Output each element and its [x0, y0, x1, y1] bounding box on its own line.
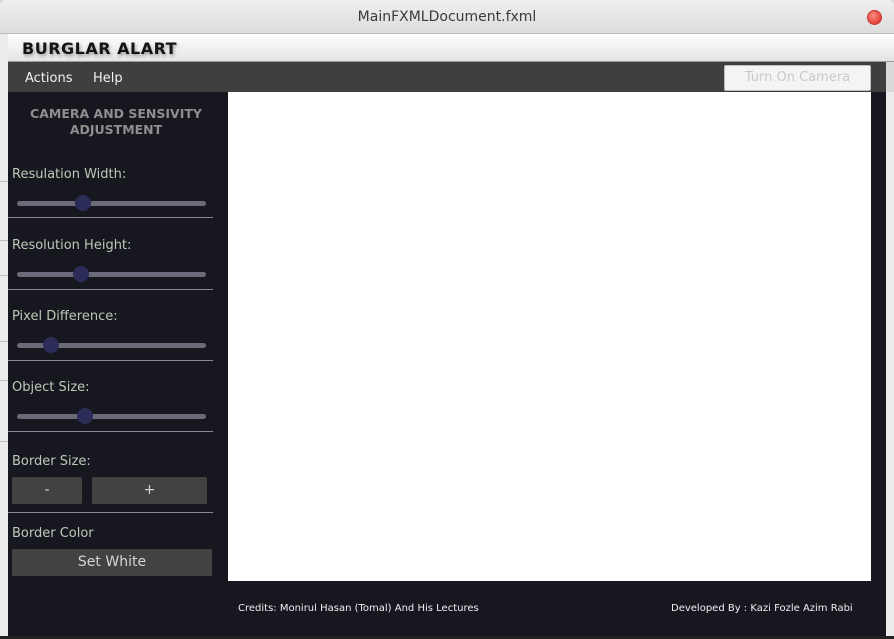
close-icon[interactable] [867, 10, 882, 25]
object-size-slider-thumb[interactable] [77, 408, 94, 424]
divider [8, 431, 213, 432]
app-header: BURGLAR ALART [8, 34, 894, 62]
adjustment-sidebar: CAMERA AND SENSIVITY ADJUSTMENT Resulati… [8, 92, 214, 576]
sidebar-heading-line1: CAMERA AND SENSIVITY [30, 106, 202, 121]
sidebar-heading: CAMERA AND SENSIVITY ADJUSTMENT [8, 106, 224, 138]
divider [8, 360, 213, 361]
app-title: BURGLAR ALART [22, 39, 178, 58]
resolution-width-slider-thumb[interactable] [75, 195, 92, 211]
object-size-label: Object Size: [12, 380, 90, 395]
main-panel: CAMERA AND SENSIVITY ADJUSTMENT Resulati… [8, 92, 886, 636]
divider [8, 217, 213, 218]
divider [8, 512, 213, 513]
camera-preview [228, 92, 871, 581]
border-color-label: Border Color [12, 526, 94, 541]
window-title: MainFXMLDocument.fxml [357, 9, 537, 25]
pixel-difference-slider-thumb[interactable] [43, 337, 60, 353]
app-window: MainFXMLDocument.fxml BURGLAR ALART Acti… [0, 0, 894, 636]
resolution-height-label: Resolution Height: [12, 238, 132, 253]
pixel-difference-label: Pixel Difference: [12, 309, 118, 324]
object-size-slider[interactable] [17, 408, 206, 424]
menu-bar: Actions Help Turn On Camera [8, 62, 886, 92]
divider [8, 289, 213, 290]
border-size-label: Border Size: [12, 454, 91, 469]
resolution-height-slider-thumb[interactable] [73, 266, 90, 282]
border-size-decrease-button[interactable]: - [12, 477, 82, 504]
credits-text: Credits: Monirul Hasan (Tomal) And His L… [238, 603, 479, 614]
menu-help[interactable]: Help [93, 71, 123, 86]
sidebar-heading-line2: ADJUSTMENT [69, 122, 163, 137]
window-titlebar[interactable]: MainFXMLDocument.fxml [0, 0, 894, 34]
resolution-height-slider[interactable] [17, 266, 206, 282]
developer-text: Developed By : Kazi Fozle Azim Rabi [671, 603, 853, 614]
pixel-difference-slider[interactable] [17, 337, 206, 353]
resolution-width-label: Resulation Width: [12, 167, 127, 182]
turn-on-camera-button[interactable]: Turn On Camera [724, 65, 871, 91]
resolution-width-slider[interactable] [17, 195, 206, 211]
set-white-button[interactable]: Set White [12, 549, 212, 576]
menu-actions[interactable]: Actions [25, 71, 73, 86]
border-size-increase-button[interactable]: + [92, 477, 207, 504]
